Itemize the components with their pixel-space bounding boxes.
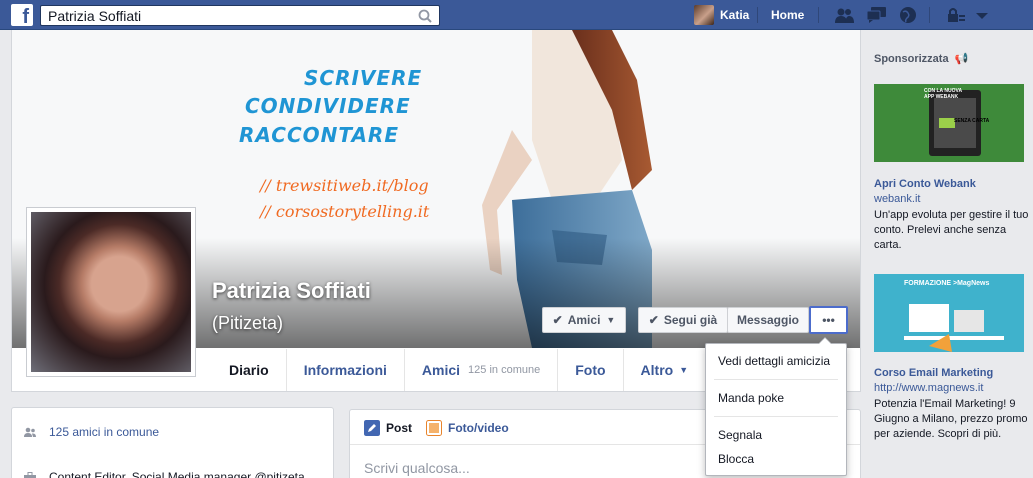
tab-friends[interactable]: Amici 125 in comune <box>403 349 557 391</box>
divider <box>757 7 758 23</box>
notifications-globe-icon[interactable] <box>898 6 920 24</box>
friends-button-label: Amici <box>567 313 601 327</box>
mutual-friends-row[interactable]: 125 amici in comune <box>24 425 159 439</box>
divider <box>818 7 819 23</box>
ad-body: Potenzia l'Email Marketing! 9 Giugno a M… <box>874 398 1028 440</box>
post-tab-label: Post <box>386 421 413 435</box>
tab-photos[interactable]: Foto <box>557 349 622 391</box>
tab-label: Altro <box>640 362 674 378</box>
menu-divider <box>714 416 838 417</box>
search-icon[interactable] <box>415 8 435 24</box>
search-box[interactable]: Patrizia Soffiati <box>40 5 440 26</box>
check-icon: ✔ <box>552 313 563 327</box>
menu-divider <box>714 379 838 380</box>
privacy-lock-icon[interactable] <box>945 6 967 24</box>
mutual-friends-count: 125 in comune <box>468 364 541 376</box>
check-icon: ✔ <box>648 313 659 327</box>
briefcase-icon <box>24 471 36 478</box>
ad-title[interactable]: Apri Conto Webank <box>874 178 976 190</box>
tab-about[interactable]: Informazioni <box>285 349 404 391</box>
menu-arrow <box>818 337 832 344</box>
search-input[interactable]: Patrizia Soffiati <box>48 8 141 24</box>
avatar <box>694 5 714 25</box>
profile-alternate-name: (Pitizeta) <box>212 313 284 333</box>
message-button-label: Messaggio <box>736 313 799 327</box>
tab-label: Informazioni <box>303 362 387 378</box>
tab-more[interactable]: Altro ▼ <box>622 349 706 391</box>
cover-text-line: CONDIVIDERE <box>245 94 411 118</box>
ad-image-magnews[interactable]: FORMAZIONE >MagNews <box>874 274 1024 352</box>
sponsored-sidebar: Sponsorizzata 📢 CON LA NUOVA APP WEBANK … <box>862 30 1033 478</box>
more-options-button[interactable]: ••• <box>809 306 848 334</box>
mutual-friends-link[interactable]: 125 amici in comune <box>49 425 159 439</box>
messages-icon[interactable] <box>866 6 888 24</box>
photo-video-tab-label: Foto/video <box>448 421 509 435</box>
post-input[interactable]: Scrivi qualcosa... <box>364 460 470 476</box>
friends-icon <box>24 427 36 437</box>
facebook-logo[interactable]: f <box>11 4 33 26</box>
cover-text-line: RACCONTARE <box>239 123 399 147</box>
work-text: Content Editor, Social Media manager @pi… <box>49 470 305 478</box>
account-menu-caret-icon[interactable] <box>971 6 993 24</box>
cover-link-text: // trewsitiweb.it/blog <box>260 176 429 195</box>
intro-box: 125 amici in comune Content Editor, Soci… <box>11 407 334 478</box>
profile-name[interactable]: Patrizia Soffiati <box>212 278 371 304</box>
friends-button[interactable]: ✔ Amici ▼ <box>542 307 626 333</box>
sponsored-heading-text: Sponsorizzata <box>874 53 949 65</box>
friend-requests-icon[interactable] <box>833 6 855 24</box>
photo-icon <box>426 420 442 436</box>
cover-text-line: SCRIVERE <box>304 66 423 90</box>
divider <box>929 7 930 23</box>
menu-item-poke[interactable]: Manda poke <box>718 391 784 405</box>
ad-image-caption: FORMAZIONE >MagNews <box>904 280 990 287</box>
cover-link-text: // corsostorytelling.it <box>260 202 430 221</box>
ad-title[interactable]: Corso Email Marketing <box>874 367 993 379</box>
megaphone-icon: 📢 <box>954 53 969 65</box>
ellipsis-icon: ••• <box>822 313 835 327</box>
ad-image-caption: SENZA CARTA <box>954 118 990 124</box>
menu-item-report[interactable]: Segnala <box>718 428 762 442</box>
follow-button-label: Segui già <box>663 313 718 327</box>
more-options-menu: Vedi dettagli amicizia Manda poke Segnal… <box>705 337 847 476</box>
top-bar: f Patrizia Soffiati Katia Home <box>0 0 1033 30</box>
user-name: Katia <box>720 8 750 22</box>
tab-timeline[interactable]: Diario <box>212 349 286 391</box>
ad-url[interactable]: http://www.magnews.it <box>874 382 983 394</box>
chevron-down-icon: ▼ <box>606 315 616 325</box>
chevron-down-icon: ▼ <box>679 365 689 375</box>
menu-item-block[interactable]: Blocca <box>718 452 754 466</box>
ad-body: Un'app evoluta per gestire il tuo conto.… <box>874 209 1029 251</box>
message-button[interactable]: Messaggio <box>727 307 809 333</box>
home-link[interactable]: Home <box>771 8 804 22</box>
user-profile-link[interactable]: Katia <box>694 5 749 25</box>
photo-video-tab[interactable]: Foto/video <box>426 420 509 436</box>
profile-picture[interactable] <box>26 207 196 377</box>
profile-tabs: Diario Informazioni Amici 125 in comune … <box>212 349 705 391</box>
ad-image-caption: APP WEBANK <box>924 94 959 100</box>
menu-item-friendship-details[interactable]: Vedi dettagli amicizia <box>718 354 830 368</box>
ad-url[interactable]: webank.it <box>874 193 920 205</box>
tab-label: Foto <box>575 362 606 378</box>
tab-label: Amici <box>421 362 461 378</box>
follow-button[interactable]: ✔ Segui già <box>638 307 728 333</box>
work-row: Content Editor, Social Media manager @pi… <box>24 470 305 478</box>
ad-image-webank[interactable]: CON LA NUOVA APP WEBANK SENZA CARTA <box>874 84 1024 162</box>
post-tab[interactable]: Post <box>364 420 412 436</box>
sponsored-heading[interactable]: Sponsorizzata 📢 <box>874 52 968 65</box>
profile-photo <box>31 212 191 372</box>
tab-label: Diario <box>229 362 269 378</box>
pencil-icon <box>364 420 380 436</box>
